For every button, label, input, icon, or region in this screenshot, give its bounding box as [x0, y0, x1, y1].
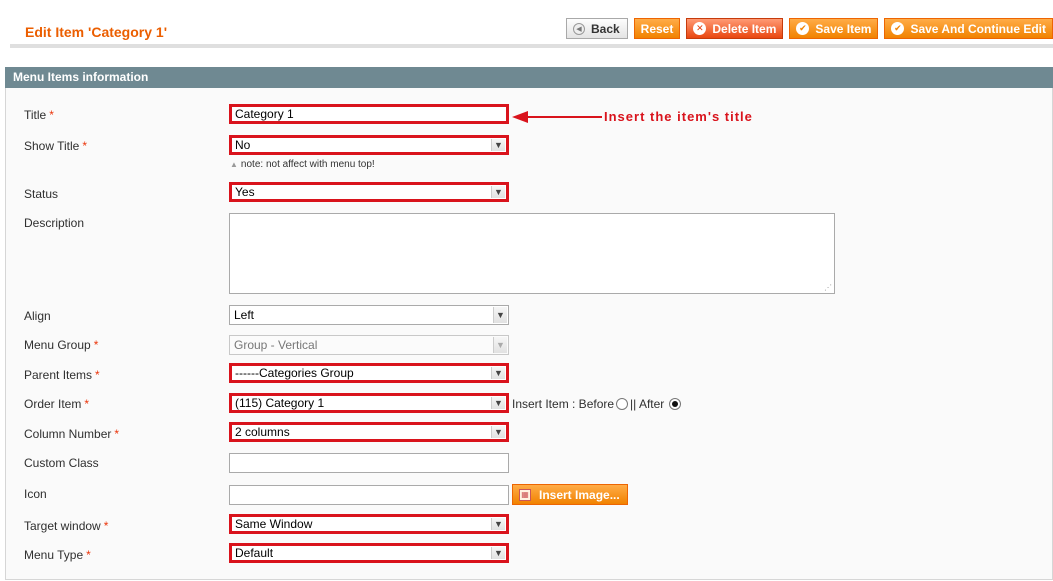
align-label: Align [24, 309, 51, 323]
parent-items-label: Parent Items * [24, 368, 100, 382]
form-section [5, 88, 1053, 580]
chevron-down-icon: ▼ [493, 307, 507, 323]
chevron-down-icon: ▼ [491, 367, 505, 379]
chevron-down-icon: ▼ [491, 186, 505, 198]
resize-grip-icon[interactable]: ⋰ [824, 283, 832, 292]
menu-group-label: Menu Group * [24, 338, 99, 352]
checkmark-icon: ✔ [796, 22, 810, 35]
insert-image-button[interactable]: ▦ Insert Image... [512, 484, 628, 505]
save-item-button[interactable]: ✔ Save Item [789, 18, 879, 39]
description-label: Description [24, 216, 85, 230]
show-title-note: ▲ note: not affect with menu top! [230, 159, 375, 170]
action-toolbar: ◀ Back Reset ✕ Delete Item ✔ Save Item ✔… [565, 18, 1053, 39]
menu-type-select[interactable]: Default ▼ [229, 543, 509, 563]
title-input[interactable]: Category 1 [229, 104, 509, 124]
show-title-label: Show Title * [24, 139, 88, 153]
back-arrow-icon: ◀ [572, 22, 585, 35]
icon-input[interactable] [229, 485, 509, 505]
insert-position-group: Insert Item : Before || After [512, 397, 683, 411]
delete-button-label: Delete Item [712, 21, 777, 36]
back-button[interactable]: ◀ Back [565, 18, 628, 39]
status-select[interactable]: Yes ▼ [229, 182, 509, 202]
icon-label: Icon [24, 487, 47, 501]
status-label: Status [24, 187, 59, 201]
parent-items-select[interactable]: ------Categories Group ▼ [229, 363, 509, 383]
column-number-select[interactable]: 2 columns ▼ [229, 422, 509, 442]
delete-item-button[interactable]: ✕ Delete Item [686, 18, 784, 39]
custom-class-label: Custom Class [24, 456, 99, 470]
insert-image-label: Insert Image... [539, 487, 620, 502]
note-triangle-icon: ▲ [230, 160, 238, 169]
target-window-label: Target window * [24, 519, 109, 533]
save-and-continue-button[interactable]: ✔ Save And Continue Edit [884, 18, 1053, 39]
reset-button-label: Reset [640, 21, 674, 36]
reset-button[interactable]: Reset [633, 18, 681, 39]
chevron-down-icon: ▼ [491, 547, 505, 559]
description-textarea[interactable]: ⋰ [229, 213, 835, 294]
annotation-text: Insert the item's title [604, 109, 753, 124]
chevron-down-icon: ▼ [491, 139, 505, 151]
show-title-select[interactable]: No ▼ [229, 135, 509, 155]
order-item-select[interactable]: (115) Category 1 ▼ [229, 393, 509, 413]
insert-after-label: || After [630, 397, 665, 411]
chevron-down-icon: ▼ [491, 426, 505, 438]
chevron-down-icon: ▼ [491, 397, 505, 409]
target-window-select[interactable]: Same Window ▼ [229, 514, 509, 534]
align-select[interactable]: Left ▼ [229, 305, 509, 325]
annotation-arrow [512, 111, 602, 123]
back-button-label: Back [590, 21, 620, 36]
menu-type-label: Menu Type * [24, 548, 91, 562]
insert-after-radio[interactable] [669, 398, 682, 410]
header-divider [10, 44, 1053, 48]
insert-before-label: Insert Item : Before [512, 397, 615, 411]
title-label: Title * [24, 108, 54, 122]
page-title: Edit Item 'Category 1' [25, 24, 168, 40]
chevron-down-icon: ▼ [491, 518, 505, 530]
menu-group-select: Group - Vertical ▼ [229, 335, 509, 355]
delete-x-icon: ✕ [693, 22, 707, 35]
save-button-label: Save Item [815, 21, 872, 36]
column-number-label: Column Number * [24, 427, 120, 441]
order-item-label: Order Item * [24, 397, 90, 411]
chevron-down-icon: ▼ [493, 337, 507, 353]
image-icon: ▦ [519, 488, 531, 501]
section-header: Menu Items information [5, 67, 1053, 88]
insert-before-radio[interactable] [616, 398, 629, 410]
checkmark-icon: ✔ [891, 22, 905, 35]
custom-class-input[interactable] [229, 453, 509, 473]
save-continue-button-label: Save And Continue Edit [910, 21, 1046, 36]
